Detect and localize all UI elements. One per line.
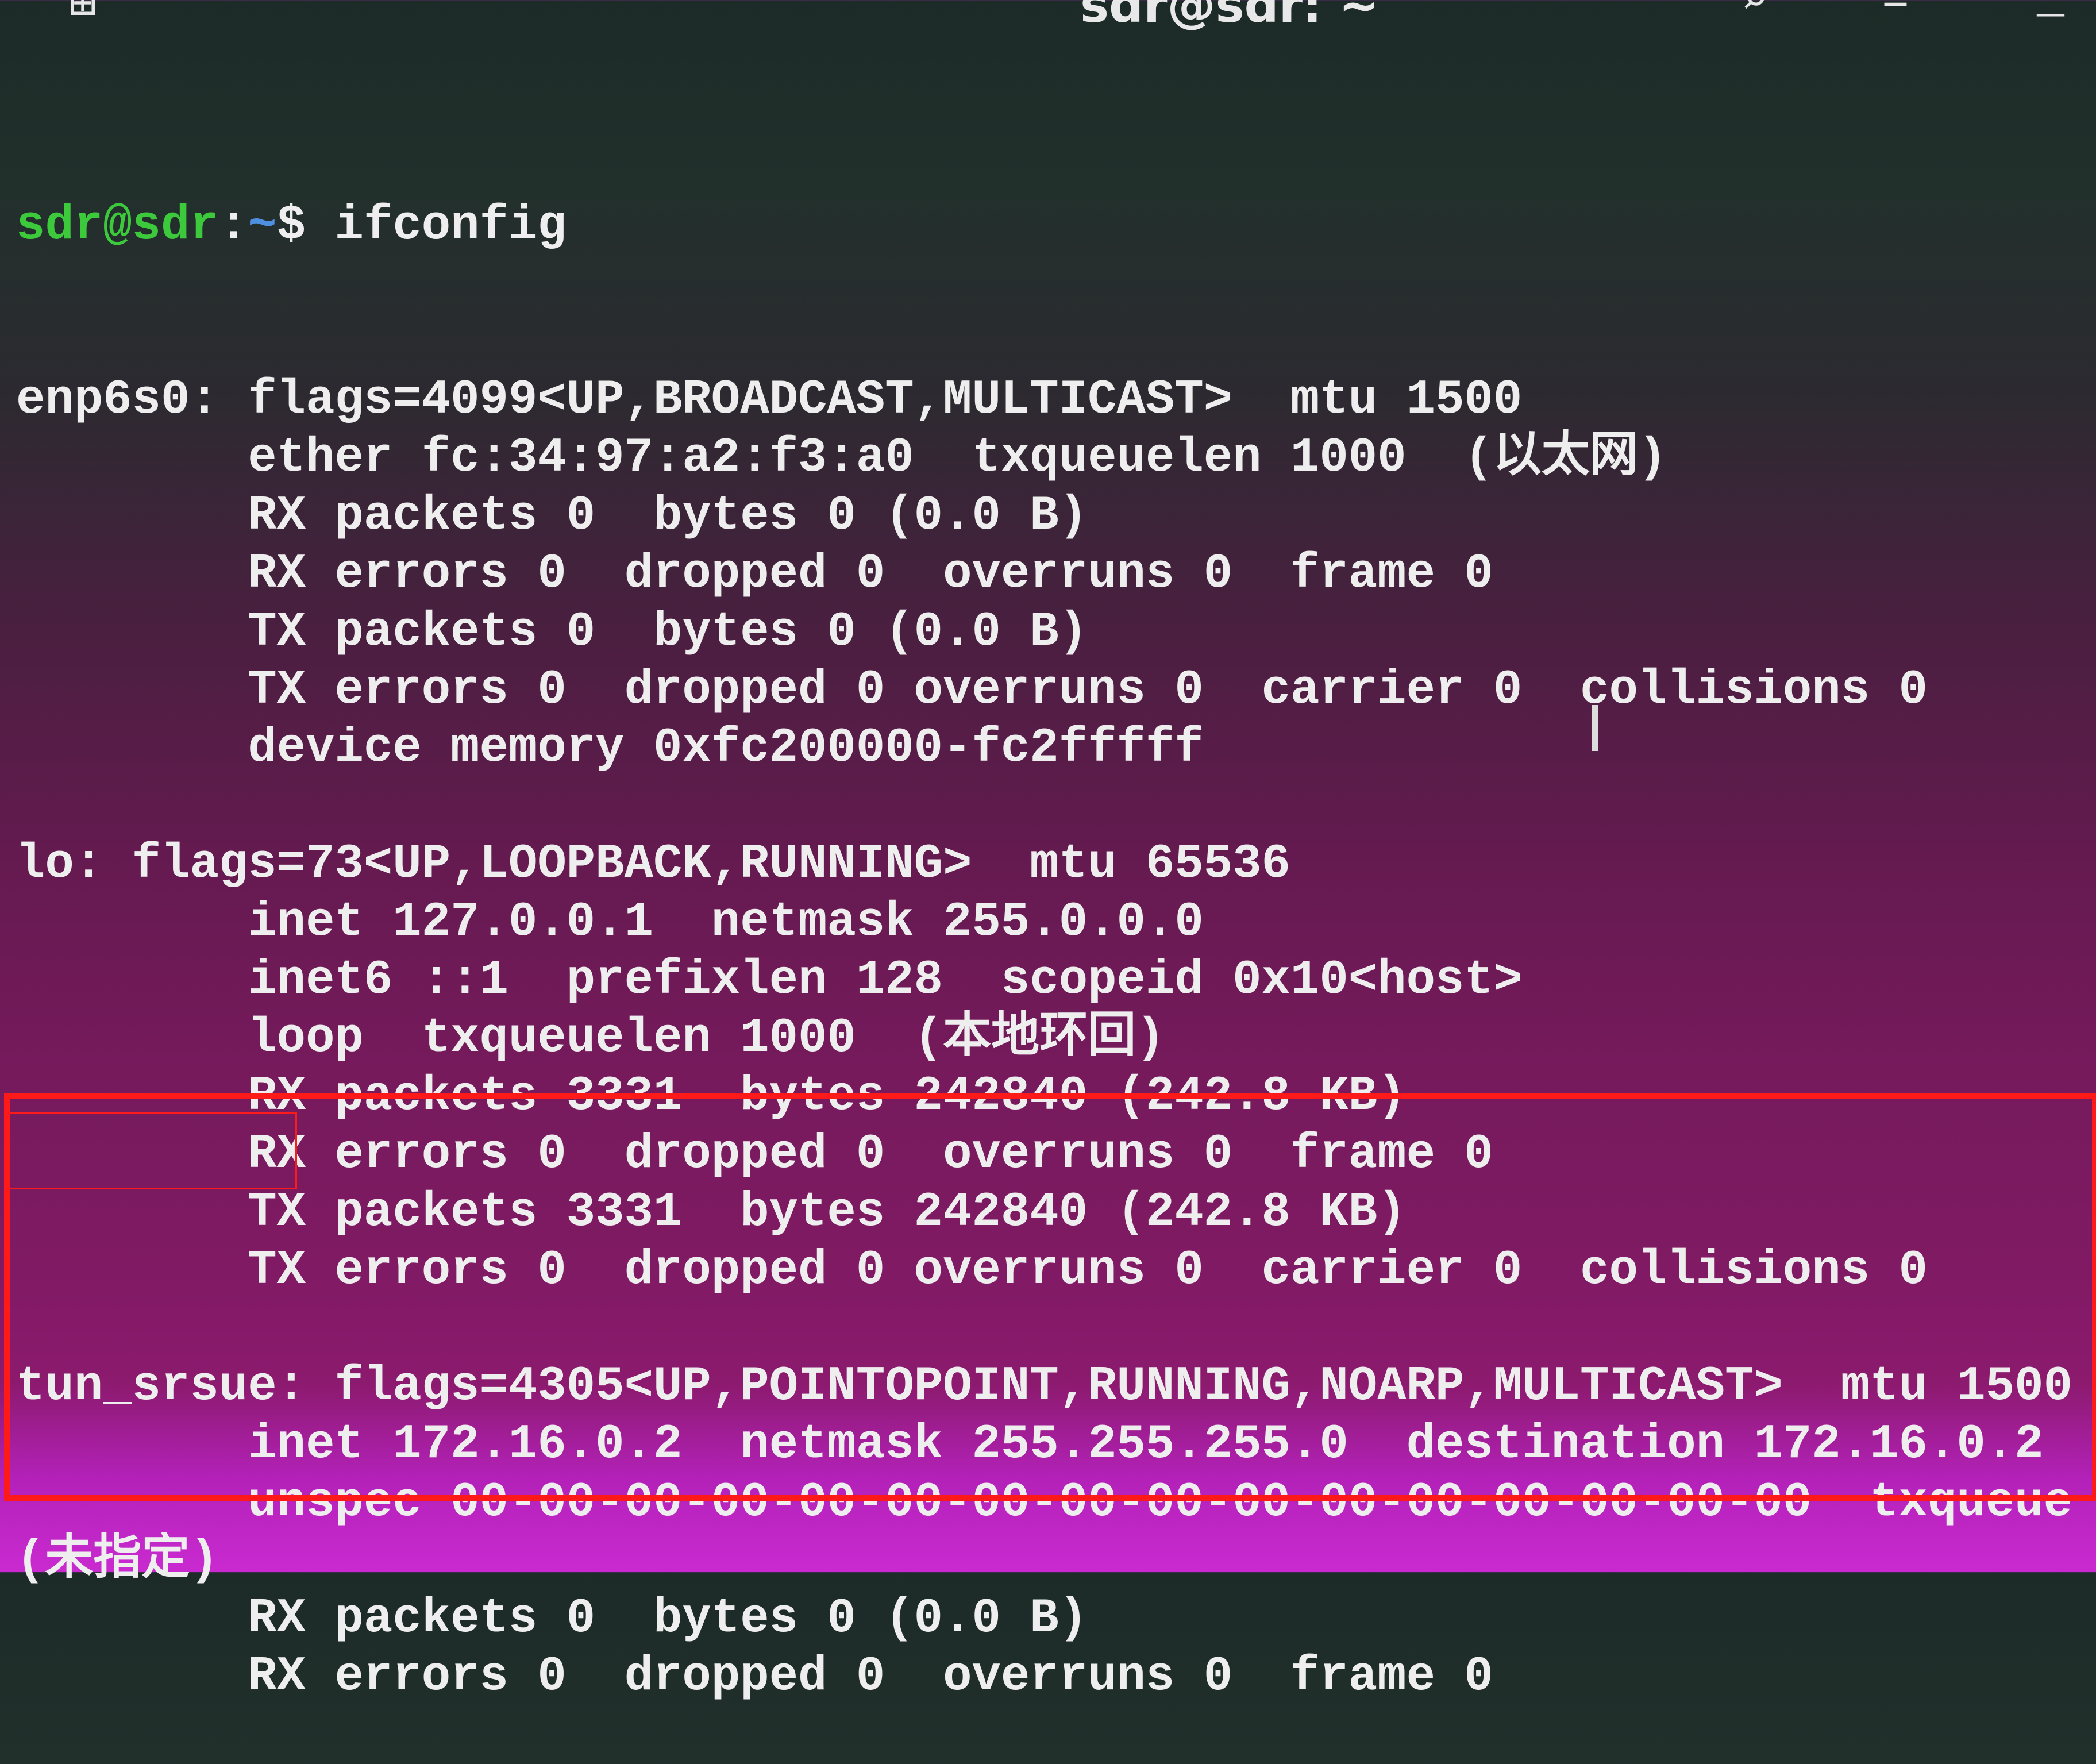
new-tab-icon[interactable]: ⊞ xyxy=(69,0,97,29)
command: ifconfig xyxy=(334,199,567,253)
search-icon[interactable]: ⌕ xyxy=(1741,0,1768,25)
highlight-box-interface-name xyxy=(4,1112,297,1189)
prompt-user-host: sdr@sdr xyxy=(16,199,219,253)
output-line: device memory 0xfc200000-fc2fffff xyxy=(16,721,1204,776)
prompt-sep: : xyxy=(218,199,248,253)
terminal-titlebar: ⊞ sdr@sdr: ~ ⌕ ≡ _ xyxy=(0,0,2096,34)
highlight-box-tun-srsue xyxy=(4,1093,2096,1501)
text-cursor-icon: I xyxy=(1586,692,1605,766)
output-line: (未指定) xyxy=(16,1534,219,1588)
menu-icon[interactable]: ≡ xyxy=(1882,0,1909,23)
output-line: lo: flags=73<UP,LOOPBACK,RUNNING> mtu 65… xyxy=(16,837,1290,892)
prompt-path: ~ xyxy=(248,199,277,253)
output-line: RX packets 0 bytes 0 (0.0 B) xyxy=(16,1592,1088,1646)
output-line: inet6 ::1 prefixlen 128 scopeid 0x10<hos… xyxy=(16,953,1523,1008)
output-line: RX errors 0 dropped 0 overruns 0 frame 0 xyxy=(16,547,1493,602)
window-title: sdr@sdr: ~ xyxy=(1080,0,1380,33)
terminal-output[interactable]: sdr@sdr:~$ ifconfig enp6s0: flags=4099<U… xyxy=(16,81,2096,1764)
output-line: RX packets 0 bytes 0 (0.0 B) xyxy=(16,489,1088,544)
output-line: TX errors 0 dropped 0 overruns 0 carrier… xyxy=(16,663,1928,718)
output-line: ether fc:34:97:a2:f3:a0 txqueuelen 1000 … xyxy=(16,431,1667,486)
prompt-line: sdr@sdr:~$ ifconfig xyxy=(16,197,2096,255)
output-line: TX packets 0 bytes 0 (0.0 B) xyxy=(16,605,1088,660)
prompt-dollar: $ xyxy=(276,199,335,253)
minimize-icon[interactable]: _ xyxy=(2037,0,2064,23)
output-line: loop txqueuelen 1000 (本地环回) xyxy=(16,1011,1165,1066)
output-line: RX errors 0 dropped 0 overruns 0 frame 0 xyxy=(16,1650,1493,1704)
output-line: enp6s0: flags=4099<UP,BROADCAST,MULTICAS… xyxy=(16,373,1523,427)
output-line: inet 127.0.0.1 netmask 255.0.0.0 xyxy=(16,895,1204,950)
